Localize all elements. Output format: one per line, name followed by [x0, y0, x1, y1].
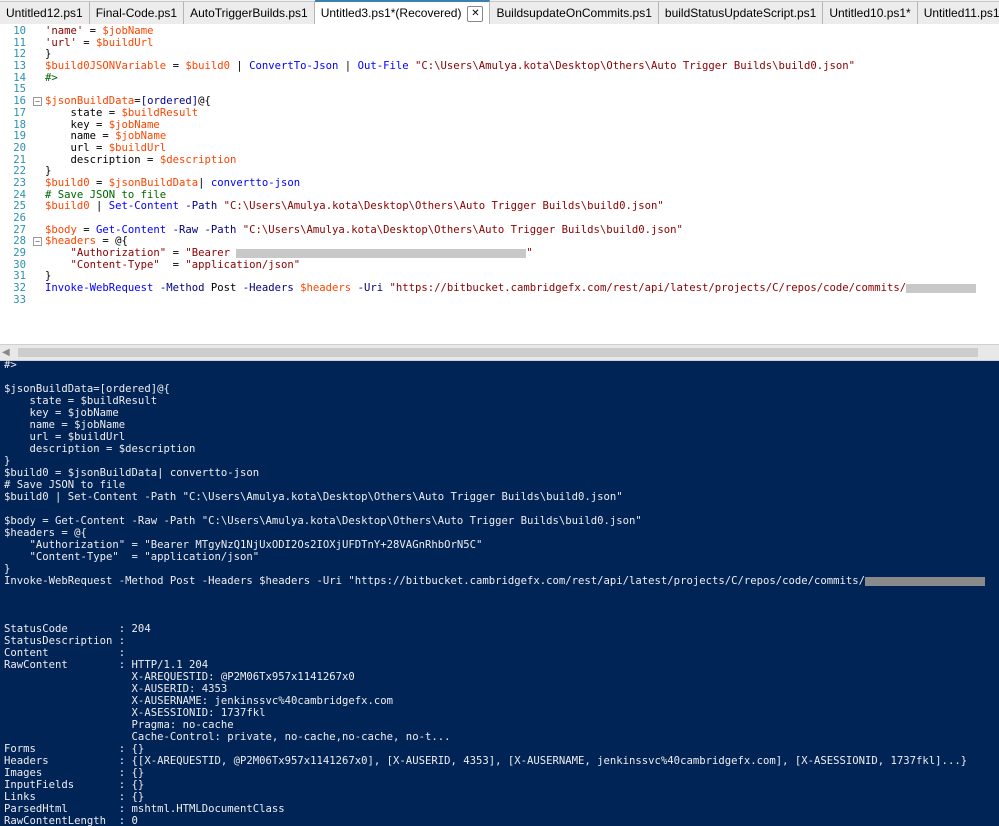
- console-line: Pragma: no-cache: [4, 719, 234, 731]
- tab-3[interactable]: Untitled3.ps1*(Recovered) ✕: [314, 0, 491, 24]
- line-number: 33: [13, 293, 26, 306]
- console-line: Forms : {}: [4, 743, 145, 755]
- line-number: 23: [13, 176, 26, 189]
- editor-line[interactable]: 20 url = $buildUrl: [0, 141, 999, 155]
- tab-7[interactable]: Untitled11.ps1*: [917, 1, 999, 24]
- scrollbar-thumb[interactable]: [18, 348, 978, 357]
- tab-label: Untitled11.ps1*: [923, 6, 999, 20]
- console-line: Invoke-WebRequest -Method Post -Headers …: [0, 575, 999, 587]
- code-text: description = $description: [45, 153, 237, 166]
- fold-toggle-icon[interactable]: −: [33, 237, 42, 247]
- console-line: RawContentLength : 0: [4, 815, 138, 826]
- console-line: RawContent : HTTP/1.1 204: [4, 659, 209, 671]
- code-text: 'url' = $buildUrl: [45, 36, 154, 49]
- code-text: #>: [45, 71, 58, 84]
- editor-line[interactable]: 30 "Content-Type" = "application/json": [0, 258, 999, 272]
- line-number: 20: [13, 141, 26, 154]
- console-line: #>: [4, 361, 17, 371]
- editor-line[interactable]: 25 $build0 | Set-Content -Path "C:\Users\…: [0, 200, 999, 213]
- line-number: 26: [13, 212, 26, 224]
- console-line: # Save JSON to file: [4, 479, 126, 491]
- console-line: $jsonBuildData=[ordered]@{: [4, 383, 170, 395]
- editor-line[interactable]: 11'url' = $buildUrl: [0, 36, 999, 50]
- console-line: Images : {}: [4, 767, 145, 779]
- console-line: StatusDescription :: [4, 635, 132, 647]
- console-line: X-AUSERID: 4353: [4, 683, 228, 695]
- console-line: X-AREQUESTID: @P2M06Tx957x1141267x0: [4, 671, 355, 683]
- console-line: url = $buildUrl: [4, 431, 126, 443]
- console-line: "Content-Type" = "application/json": [4, 551, 260, 563]
- editor-line[interactable]: 33: [0, 293, 999, 307]
- redacted-token: [236, 248, 527, 258]
- editor-line[interactable]: 27 $body = Get-Content -Raw -Path "C:\Use…: [0, 223, 999, 237]
- tab-6[interactable]: Untitled10.ps1*: [823, 1, 918, 24]
- tab-label: buildStatusUpdateScript.ps1: [664, 6, 817, 20]
- console-line: $body = Get-Content -Raw -Path "C:\Users…: [4, 515, 642, 527]
- redacted-commit-id: [906, 283, 977, 293]
- console-line: state = $buildResult: [4, 395, 158, 407]
- console-line: key = $jobName: [4, 407, 119, 419]
- console-line: ParsedHtml : mshtml.HTMLDocumentClass: [4, 803, 285, 815]
- editor-horizontal-scrollbar[interactable]: ◀: [0, 344, 999, 361]
- console-line: Cache-Control: private, no-cache,no-cach…: [4, 731, 451, 743]
- tab-0[interactable]: Untitled12.ps1: [0, 1, 90, 24]
- console-line: name = $jobName: [4, 419, 126, 431]
- line-number: 13: [13, 60, 26, 73]
- line-number: 17: [13, 106, 26, 119]
- editor-line[interactable]: 13 $build0JSONVariable = $build0 | Conver…: [0, 60, 999, 73]
- tab-label: Untitled12.ps1: [6, 6, 83, 20]
- console-line: Links : {}: [4, 791, 145, 803]
- code-text: $body = Get-Content -Raw -Path "C:\Users…: [45, 223, 683, 236]
- console-line: X-AUSERNAME: jenkinssvc%40cambridgefx.co…: [4, 695, 394, 707]
- console-line: Headers : {[X-AREQUESTID, @P2M06Tx957x11…: [4, 755, 968, 767]
- fold-toggle-icon[interactable]: −: [33, 97, 42, 107]
- tab-label: Final-Code.ps1: [95, 6, 178, 20]
- tab-label: BuildsupdateOnCommits.ps1: [496, 6, 652, 20]
- line-number: 29: [13, 247, 26, 260]
- console-line: Content :: [4, 647, 132, 659]
- console-line: $build0 | Set-Content -Path "C:\Users\Am…: [4, 491, 623, 503]
- code-text: Invoke-WebRequest -Method Post -Headers …: [45, 282, 977, 295]
- console-line: $headers = @{: [4, 527, 87, 539]
- console-line: }: [4, 563, 11, 575]
- tab-2[interactable]: AutoTriggerBuilds.ps1: [184, 1, 315, 24]
- script-editor[interactable]: 10'name' = $jobName 11'url' = $buildUrl 12…: [0, 24, 999, 344]
- close-tab-icon[interactable]: ✕: [467, 5, 484, 22]
- tab-5[interactable]: buildStatusUpdateScript.ps1: [658, 1, 824, 24]
- tab-label: Untitled10.ps1*: [829, 6, 911, 20]
- editor-line[interactable]: 32 Invoke-WebRequest -Method Post -Header…: [0, 282, 999, 295]
- redacted-commit-id: [865, 576, 986, 586]
- line-number: 10: [13, 25, 26, 37]
- console-line: InputFields : {}: [4, 779, 145, 791]
- console-line: $build0 = $jsonBuildData| convertto-json: [4, 467, 260, 479]
- editor-line[interactable]: 21 description = $description: [0, 153, 999, 167]
- code-text: url = $buildUrl: [45, 141, 167, 154]
- tab-1[interactable]: Final-Code.ps1: [89, 1, 185, 24]
- scroll-left-icon[interactable]: ◀: [2, 347, 10, 358]
- console-line: description = $description: [4, 443, 196, 455]
- tab-4[interactable]: BuildsupdateOnCommits.ps1: [490, 1, 659, 24]
- console-line: }: [4, 455, 11, 467]
- console-line: X-ASESSIONID: 1737fkl: [4, 707, 266, 719]
- console-line: "Authorization" = "Bearer MTgyNzQ1NjUxOD…: [4, 539, 483, 551]
- console-pane[interactable]: #> $jsonBuildData=[ordered]@{ state = $bu…: [0, 361, 999, 826]
- script-tab-bar: Untitled12.ps1 Final-Code.ps1 AutoTriggerB…: [0, 0, 999, 24]
- tab-label: AutoTriggerBuilds.ps1: [190, 6, 308, 20]
- code-text: $build0 | Set-Content -Path "C:\Users\Am…: [45, 200, 664, 213]
- code-text: $build0JSONVariable = $build0 | ConvertT…: [45, 60, 856, 73]
- tab-label: Untitled3.ps1*(Recovered): [320, 6, 462, 20]
- editor-line[interactable]: 14 #>: [0, 71, 999, 85]
- code-text: "Content-Type" = "application/json": [70, 258, 301, 271]
- console-line: StatusCode : 204: [4, 623, 151, 635]
